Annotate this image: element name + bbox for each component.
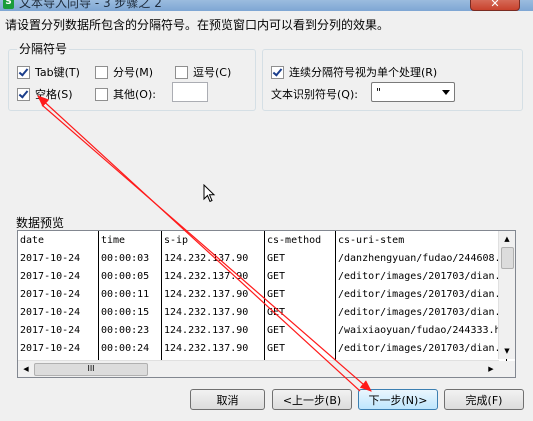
- delimiters-legend: 分隔符号: [17, 40, 70, 57]
- table-cell: 2017-10-24: [18, 249, 99, 267]
- vertical-scroll-thumb[interactable]: [501, 247, 514, 269]
- table-row: 2017-10-24 00:00:23 124.232.137.90 GET/waix…: [18, 321, 507, 339]
- table-cell: 2017-10-24: [18, 285, 99, 303]
- consecutive-checkbox-label: 连续分隔符号视为单个处理(R): [289, 66, 438, 79]
- table-cell: 2017-10-24: [18, 267, 99, 285]
- horizontal-scroll-thumb[interactable]: III: [34, 363, 148, 376]
- table-cell: 124.232.137.90: [161, 249, 265, 267]
- table-cell: date: [18, 231, 99, 249]
- horizontal-scrollbar[interactable]: ◀ III ▶: [18, 360, 499, 377]
- semicolon-checkbox-label: 分号(M): [113, 66, 154, 79]
- spreadsheet-app-icon: S: [3, 0, 14, 9]
- table-row: 2017-10-24 00:00:05 124.232.137.90 GET/edit…: [18, 267, 507, 285]
- instruction-text: 请设置分列数据所包含的分隔符号。在预览窗口内可以看到分列的效果。: [5, 18, 390, 32]
- cancel-button[interactable]: 取消: [190, 389, 265, 410]
- vertical-scrollbar[interactable]: ▲ ▼: [498, 231, 515, 359]
- table-cell: 00:00:11: [98, 285, 162, 303]
- scrollbar-corner: [499, 361, 515, 377]
- table-cell: 00:00:05: [98, 267, 162, 285]
- table-row: date time s-ip cs-method cs-uri-stem: [18, 231, 507, 249]
- table-cell: /editor/images/201703/dian.: [335, 285, 507, 303]
- table-cell: /editor/images/201703/dian.: [335, 303, 507, 321]
- table-row: 2017-10-24 00:00:03 124.232.137.90 GET/danz…: [18, 249, 507, 267]
- table-cell: GET: [264, 303, 336, 321]
- semicolon-checkbox[interactable]: 分号(M): [95, 64, 153, 80]
- table-cell: 2017-10-24: [18, 321, 99, 339]
- space-checkbox-label: 空格(S): [35, 88, 73, 101]
- table-cell: GET: [264, 339, 336, 357]
- next-button[interactable]: 下一步(N)>: [358, 389, 438, 410]
- scroll-up-icon[interactable]: ▲: [499, 231, 515, 247]
- table-row: 2017-10-2400:00:24124.232.137.90GET/edit…: [18, 339, 507, 357]
- space-checkbox[interactable]: 空格(S): [17, 86, 73, 102]
- table-cell: 2017-10-24: [18, 303, 99, 321]
- table-cell: /editor/images/201703/dian.: [335, 267, 507, 285]
- qualifier-label: 文本识别符号(Q):: [271, 88, 358, 101]
- tab-checkbox-box[interactable]: [17, 65, 30, 79]
- table-cell: /editor/images/201703/dian.: [335, 339, 507, 357]
- comma-checkbox-box[interactable]: [175, 65, 188, 79]
- other-checkbox-box[interactable]: [95, 87, 108, 101]
- back-button[interactable]: <上一步(B): [272, 389, 352, 410]
- comma-checkbox-label: 逗号(C): [193, 66, 232, 79]
- table-cell: 124.232.137.90: [161, 303, 265, 321]
- scroll-down-icon[interactable]: ▼: [499, 343, 515, 359]
- table-cell: 124.232.137.90: [161, 321, 265, 339]
- tab-checkbox[interactable]: Tab键(T): [17, 64, 80, 80]
- other-delimiter-input[interactable]: [172, 82, 208, 102]
- table-cell: 00:00:15: [98, 303, 162, 321]
- semicolon-checkbox-box[interactable]: [95, 65, 108, 79]
- table-cell: 124.232.137.90: [161, 267, 265, 285]
- table-cell: 124.232.137.90: [161, 285, 265, 303]
- space-checkbox-box[interactable]: [17, 87, 30, 101]
- table-cell: 2017-10-24: [18, 339, 99, 357]
- table-cell: cs-uri-stem: [335, 231, 507, 249]
- table-cell: /danzhengyuan/fudao/244608.: [335, 249, 507, 267]
- table-cell: 00:00:03: [98, 249, 162, 267]
- consecutive-checkbox[interactable]: 连续分隔符号视为单个处理(R): [271, 64, 437, 80]
- tab-checkbox-label: Tab键(T): [35, 66, 80, 79]
- preview-grid[interactable]: date time s-ip cs-method cs-uri-stem 2017-10-…: [17, 230, 516, 378]
- consecutive-checkbox-box[interactable]: [271, 65, 284, 79]
- table-cell: GET: [264, 285, 336, 303]
- title-bar: S 文本导入向导 - 3 步骤之 2 ✕: [0, 0, 533, 11]
- table-cell: 00:00:23: [98, 321, 162, 339]
- mouse-pointer-icon: [203, 184, 216, 203]
- table-cell: GET: [264, 249, 336, 267]
- qualifier-select-value: ": [376, 85, 382, 99]
- scroll-left-icon[interactable]: ◀: [18, 361, 34, 377]
- table-cell: GET: [264, 267, 336, 285]
- table-cell: GET: [264, 321, 336, 339]
- other-checkbox-label: 其他(O):: [113, 88, 156, 101]
- preview-table: date time s-ip cs-method cs-uri-stem 2017-10-…: [18, 231, 507, 375]
- table-cell: time: [98, 231, 162, 249]
- close-icon[interactable]: ✕: [470, 0, 520, 11]
- table-cell: s-ip: [161, 231, 265, 249]
- chevron-down-icon[interactable]: [442, 90, 450, 95]
- window-title: 文本导入向导 - 3 步骤之 2: [19, 0, 162, 10]
- table-cell: 124.232.137.90: [161, 339, 265, 357]
- table-cell: 00:00:24: [98, 339, 162, 357]
- table-row: 2017-10-24 00:00:11 124.232.137.90 GET/edit…: [18, 285, 507, 303]
- table-cell: cs-method: [264, 231, 336, 249]
- preview-legend: 数据预览: [16, 216, 65, 230]
- finish-button[interactable]: 完成(F): [444, 389, 524, 410]
- comma-checkbox[interactable]: 逗号(C): [175, 64, 231, 80]
- table-row: 2017-10-24 00:00:15 124.232.137.90 GET/edit…: [18, 303, 507, 321]
- other-checkbox[interactable]: 其他(O):: [95, 86, 156, 102]
- qualifier-select[interactable]: ": [371, 82, 455, 102]
- table-cell: /waixiaoyuan/fudao/244333.h: [335, 321, 507, 339]
- scroll-right-icon[interactable]: ▶: [483, 361, 499, 377]
